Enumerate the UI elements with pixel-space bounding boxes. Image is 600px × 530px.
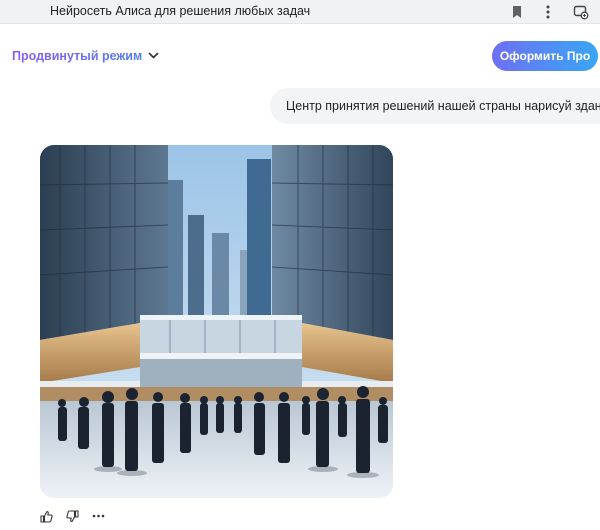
bookmark-icon[interactable] [509,4,525,20]
like-icon[interactable] [38,508,54,524]
mode-label: Продвинутый режим [12,49,143,63]
more-vertical-icon[interactable] [540,4,556,20]
generated-image-drawing [40,145,393,498]
user-message-text: Центр принятия решений нашей страны нари… [286,99,600,113]
user-message-bubble: Центр принятия решений нашей страны нари… [270,88,600,124]
tab-title[interactable]: Нейросеть Алиса для решения любых задач [50,4,310,18]
screenshot-icon[interactable] [573,4,589,20]
subscribe-pro-button[interactable]: Оформить Про [492,41,598,71]
generated-image[interactable] [40,145,393,498]
mode-selector[interactable]: Продвинутый режим [8,42,165,70]
browser-tab-bar: Нейросеть Алиса для решения любых задач [0,0,600,24]
more-horizontal-icon[interactable] [90,508,106,524]
chevron-down-icon [148,47,159,65]
response-actions [38,508,106,524]
dislike-icon[interactable] [64,508,80,524]
